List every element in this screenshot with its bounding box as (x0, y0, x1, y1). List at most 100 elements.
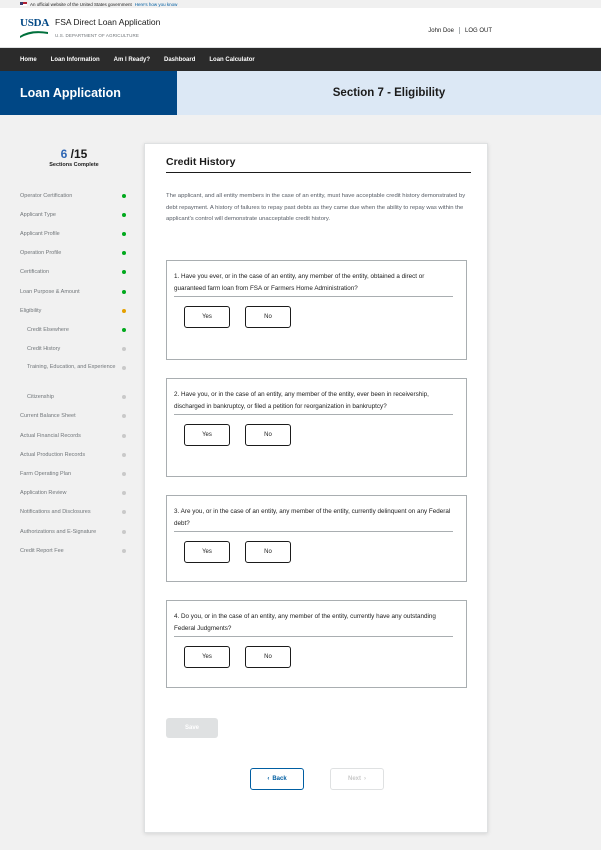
progress-current: 6 (60, 147, 68, 161)
chevron-left-icon: ‹ (267, 776, 270, 782)
question-text: 3. Are you, or in the case of an entity,… (174, 506, 453, 532)
progress-total: /15 (70, 147, 88, 161)
step-certification[interactable]: Certification (20, 263, 128, 282)
intro-text: The applicant, and all entity members in… (166, 193, 466, 222)
status-dot (122, 193, 126, 198)
yes-button[interactable]: Yes (184, 541, 230, 563)
question-text: 2. Have you, or in the case of an entity… (174, 389, 453, 415)
step-credit-history[interactable]: Credit History (20, 340, 128, 359)
status-dot (122, 452, 126, 457)
step-label: Application Review (20, 490, 67, 497)
back-button[interactable]: ‹ Back (250, 768, 304, 790)
status-dot (122, 548, 126, 553)
step-label: Current Balance Sheet (20, 413, 76, 420)
step-label: Eligibility (20, 307, 42, 314)
step-applicant-type[interactable]: Applicant Type (20, 205, 128, 224)
answer-buttons: Yes No (184, 306, 466, 328)
heres-how-you-know-link[interactable]: Here's how you know (135, 2, 178, 7)
step-current-balance-sheet[interactable]: Current Balance Sheet (20, 407, 128, 426)
step-applicant-profile[interactable]: Applicant Profile (20, 224, 128, 243)
step-label: Credit Elsewhere (27, 326, 69, 333)
step-credit-report-fee[interactable]: Credit Report Fee (20, 541, 128, 560)
step-notifications-disclosures[interactable]: Notifications and Disclosures (20, 503, 128, 522)
nav-am-i-ready[interactable]: Am I Ready? (114, 57, 150, 63)
step-citizenship[interactable]: Citizenship (20, 388, 128, 407)
step-actual-financial-records[interactable]: Actual Financial Records (20, 426, 128, 445)
nav-home[interactable]: Home (20, 57, 37, 63)
question-1: 1. Have you ever, or in the case of an e… (166, 260, 467, 360)
step-label: Farm Operating Plan (20, 471, 72, 478)
next-button[interactable]: Next › (330, 768, 384, 790)
step-label: Credit Report Fee (20, 547, 64, 554)
step-actual-production-records[interactable]: Actual Production Records (20, 445, 128, 464)
credit-history-card: Credit History The applicant, and all en… (144, 143, 488, 833)
status-dot (122, 308, 126, 313)
no-button[interactable]: No (245, 541, 291, 563)
no-button[interactable]: No (245, 646, 291, 668)
status-dot (122, 395, 126, 400)
logout-link[interactable]: LOG OUT (465, 28, 492, 34)
usda-swoosh-icon (20, 31, 48, 38)
status-dot (122, 231, 126, 236)
answer-buttons: Yes No (184, 646, 466, 668)
gov-banner-text: An official website of the United States… (30, 1, 132, 7)
step-label: Operation Profile (20, 250, 62, 257)
gov-banner: An official website of the United States… (0, 0, 601, 8)
step-label: Credit History (27, 346, 61, 353)
section-title: Section 7 - Eligibility (177, 71, 601, 115)
nav-loan-information[interactable]: Loan Information (51, 57, 100, 63)
progress-label: Sections Complete (49, 162, 99, 168)
progress-summary: 6 /15 Sections Complete (20, 147, 128, 168)
main-nav: Home Loan Information Am I Ready? Dashbo… (0, 48, 601, 71)
nav-loan-calculator[interactable]: Loan Calculator (209, 57, 254, 63)
step-label: Operator Certification (20, 192, 73, 199)
save-button[interactable]: Save (166, 718, 218, 738)
answer-buttons: Yes No (184, 541, 466, 563)
step-operator-certification[interactable]: Operator Certification (20, 186, 128, 205)
app-title: FSA Direct Loan Application (55, 17, 161, 27)
step-credit-elsewhere[interactable]: Credit Elsewhere (20, 320, 128, 339)
question-2: 2. Have you, or in the case of an entity… (166, 378, 467, 477)
answer-buttons: Yes No (184, 424, 466, 446)
status-dot (122, 414, 126, 419)
us-flag-icon (20, 2, 27, 6)
status-dot (122, 270, 126, 275)
status-dot (122, 472, 126, 477)
status-dot (122, 347, 126, 352)
chevron-right-icon: › (364, 776, 366, 782)
status-dot (122, 433, 126, 438)
step-label: Training, Education, and Experience (27, 363, 116, 370)
status-dot (122, 510, 126, 515)
step-label: Applicant Type (20, 211, 56, 218)
site-header: USDA FSA Direct Loan Application U.S. DE… (0, 8, 601, 48)
no-button[interactable]: No (245, 424, 291, 446)
usda-logo[interactable]: USDA (20, 17, 49, 29)
status-dot (122, 529, 126, 534)
question-4: 4. Do you, or in the case of an entity, … (166, 600, 467, 688)
step-application-review[interactable]: Application Review (20, 484, 128, 503)
step-operation-profile[interactable]: Operation Profile (20, 244, 128, 263)
nav-dashboard[interactable]: Dashboard (164, 57, 195, 63)
status-dot (122, 491, 126, 496)
no-button[interactable]: No (245, 306, 291, 328)
question-3: 3. Are you, or in the case of an entity,… (166, 495, 467, 582)
yes-button[interactable]: Yes (184, 424, 230, 446)
step-label: Actual Financial Records (20, 432, 81, 439)
yes-button[interactable]: Yes (184, 646, 230, 668)
step-training-education-experience[interactable]: Training, Education, and Experience (20, 359, 128, 388)
question-text: 4. Do you, or in the case of an entity, … (174, 611, 453, 637)
card-title: Credit History (166, 156, 471, 173)
status-dot (122, 327, 126, 332)
step-authorizations-esignature[interactable]: Authorizations and E-Signature (20, 522, 128, 541)
yes-button[interactable]: Yes (184, 306, 230, 328)
step-label: Certification (20, 269, 50, 276)
status-dot (122, 289, 126, 294)
step-loan-purpose-amount[interactable]: Loan Purpose & Amount (20, 282, 128, 301)
step-eligibility[interactable]: Eligibility (20, 301, 128, 320)
status-dot (122, 212, 126, 217)
step-farm-operating-plan[interactable]: Farm Operating Plan (20, 464, 128, 483)
question-text: 1. Have you ever, or in the case of an e… (174, 271, 453, 297)
step-label: Citizenship (27, 394, 54, 401)
status-dot (122, 365, 126, 370)
status-dot (122, 251, 126, 256)
